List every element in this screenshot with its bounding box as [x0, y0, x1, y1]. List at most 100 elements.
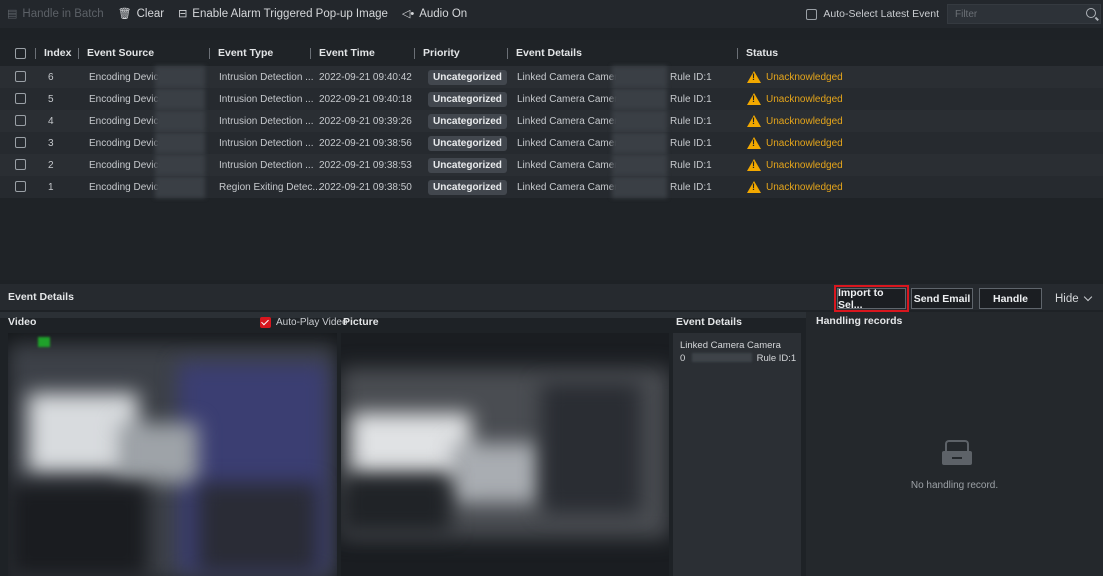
cell-status: Unacknowledged [747, 66, 843, 88]
filter-placeholder: Filter [955, 8, 978, 20]
cell-rule-id: Rule ID:1 [670, 115, 712, 127]
table-row[interactable]: 5 Encoding Device: Intrusion Detection ...… [0, 88, 1103, 110]
cell-status: Unacknowledged [747, 132, 843, 154]
cell-event-details: Linked Camera Camera [517, 181, 624, 193]
select-all-checkbox[interactable] [15, 48, 26, 59]
header-event-details[interactable]: Event Details [507, 40, 582, 66]
header-event-type[interactable]: Event Type [209, 40, 273, 66]
warning-icon [747, 93, 761, 105]
header-priority[interactable]: Priority [414, 40, 460, 66]
event-details-heading: Event Details [676, 316, 742, 328]
cell-event-type: Intrusion Detection ... [219, 71, 314, 83]
enable-popup-button[interactable]: ⊟ Enable Alarm Triggered Pop-up Image [171, 0, 395, 28]
search-icon[interactable] [1086, 8, 1096, 18]
header-event-source[interactable]: Event Source [78, 40, 154, 66]
row-checkbox[interactable] [15, 181, 26, 192]
auto-select-label: Auto-Select Latest Event [823, 8, 939, 20]
clear-button[interactable]: 🗑 Clear [111, 0, 171, 28]
event-details-title: Event Details [8, 291, 74, 303]
audio-on-label: Audio On [419, 8, 468, 20]
video-player[interactable] [8, 333, 337, 576]
audio-on-button[interactable]: ◁• Audio On [395, 0, 474, 28]
auto-play-checkbox-checked[interactable] [260, 316, 271, 328]
send-email-button[interactable]: Send Email [911, 288, 973, 309]
cell-index: 2 [48, 159, 54, 171]
cell-rule-id: Rule ID:1 [670, 71, 712, 83]
cell-status: Unacknowledged [747, 154, 843, 176]
auto-select-checkbox[interactable] [806, 8, 818, 20]
event-details-panel: Linked Camera Camera 0 Rule ID:1 [673, 333, 801, 576]
priority-badge: Uncategorized [428, 157, 507, 173]
auto-select-toggle[interactable]: Auto-Select Latest Event [806, 8, 939, 20]
handle-button[interactable]: Handle [979, 288, 1042, 309]
row-checkbox[interactable] [15, 137, 26, 148]
handling-records-heading: Handling records [816, 315, 903, 327]
status-text: Unacknowledged [766, 115, 843, 127]
auto-play-label: Auto-Play Video [276, 316, 348, 328]
no-handling-record-text: No handling record. [910, 480, 999, 491]
warning-icon [747, 137, 761, 149]
clear-label: Clear [136, 8, 165, 20]
handle-in-batch-label: Handle in Batch [22, 8, 104, 20]
header-event-time[interactable]: Event Time [310, 40, 375, 66]
table-row[interactable]: 4 Encoding Device: Intrusion Detection ...… [0, 110, 1103, 132]
table-header: Index Event Source Event Type Event Time… [0, 40, 1103, 66]
cell-status: Unacknowledged [747, 88, 843, 110]
cell-event-details: Linked Camera Camera [517, 115, 624, 127]
row-checkbox[interactable] [15, 115, 26, 126]
cell-priority: Uncategorized [428, 88, 507, 110]
cell-event-type: Intrusion Detection ... [219, 159, 314, 171]
status-text: Unacknowledged [766, 159, 843, 171]
picture-viewer[interactable] [341, 333, 669, 576]
empty-inbox-icon [942, 440, 972, 466]
table-row[interactable]: 3 Encoding Device: Intrusion Detection ...… [0, 132, 1103, 154]
event-details-bar: Event Details Import to Sel... Send Emai… [0, 284, 1103, 312]
table-row[interactable]: 2 Encoding Device: Intrusion Detection ...… [0, 154, 1103, 176]
cell-rule-id: Rule ID:1 [670, 181, 712, 193]
event-details-line-1: Linked Camera Camera [680, 340, 781, 351]
cell-event-details: Linked Camera Camera [517, 137, 624, 149]
batch-icon: ▤ [7, 7, 18, 20]
cell-event-time: 2022-09-21 09:38:53 [319, 159, 412, 171]
cell-status: Unacknowledged [747, 176, 843, 198]
status-text: Unacknowledged [766, 71, 843, 83]
table-row[interactable]: 1 Encoding Device: Region Exiting Detec...… [0, 176, 1103, 198]
header-index[interactable]: Index [35, 40, 71, 66]
cell-index: 4 [48, 115, 54, 127]
warning-icon [747, 115, 761, 127]
cell-event-details: Linked Camera Camera [517, 159, 624, 171]
cell-event-details: Linked Camera Camera [517, 93, 624, 105]
import-to-selected-button[interactable]: Import to Sel... [834, 285, 909, 312]
priority-badge: Uncategorized [428, 69, 507, 85]
chevron-down-icon [1083, 292, 1092, 302]
header-status[interactable]: Status [737, 40, 778, 66]
cell-priority: Uncategorized [428, 132, 507, 154]
cell-rule-id: Rule ID:1 [670, 93, 712, 105]
status-text: Unacknowledged [766, 137, 843, 149]
handle-in-batch-button[interactable]: ▤ Handle in Batch [0, 0, 111, 28]
cell-priority: Uncategorized [428, 176, 507, 198]
status-text: Unacknowledged [766, 93, 843, 105]
warning-icon [747, 159, 761, 171]
table-row[interactable]: 6 Encoding Device: Intrusion Detection ...… [0, 66, 1103, 88]
cell-index: 1 [48, 181, 54, 193]
priority-badge: Uncategorized [428, 91, 507, 107]
cell-event-type: Intrusion Detection ... [219, 93, 314, 105]
handling-records-panel: Handling records No handling record. [806, 312, 1103, 576]
cell-event-type: Intrusion Detection ... [219, 115, 314, 127]
row-checkbox[interactable] [15, 93, 26, 104]
cell-event-time: 2022-09-21 09:40:18 [319, 93, 412, 105]
cell-index: 5 [48, 93, 54, 105]
event-table: Index Event Source Event Type Event Time… [0, 40, 1103, 318]
status-text: Unacknowledged [766, 181, 843, 193]
cell-rule-id: Rule ID:1 [670, 137, 712, 149]
filter-input[interactable]: Filter [947, 4, 1101, 24]
row-checkbox[interactable] [15, 71, 26, 82]
row-checkbox[interactable] [15, 159, 26, 170]
image-popup-icon: ⊟ [178, 7, 188, 20]
speaker-icon: ◁• [401, 7, 415, 20]
auto-play-video-toggle[interactable]: Auto-Play Video [260, 312, 348, 332]
cell-rule-id: Rule ID:1 [670, 159, 712, 171]
hide-toggle[interactable]: Hide [1055, 288, 1092, 309]
cell-priority: Uncategorized [428, 66, 507, 88]
